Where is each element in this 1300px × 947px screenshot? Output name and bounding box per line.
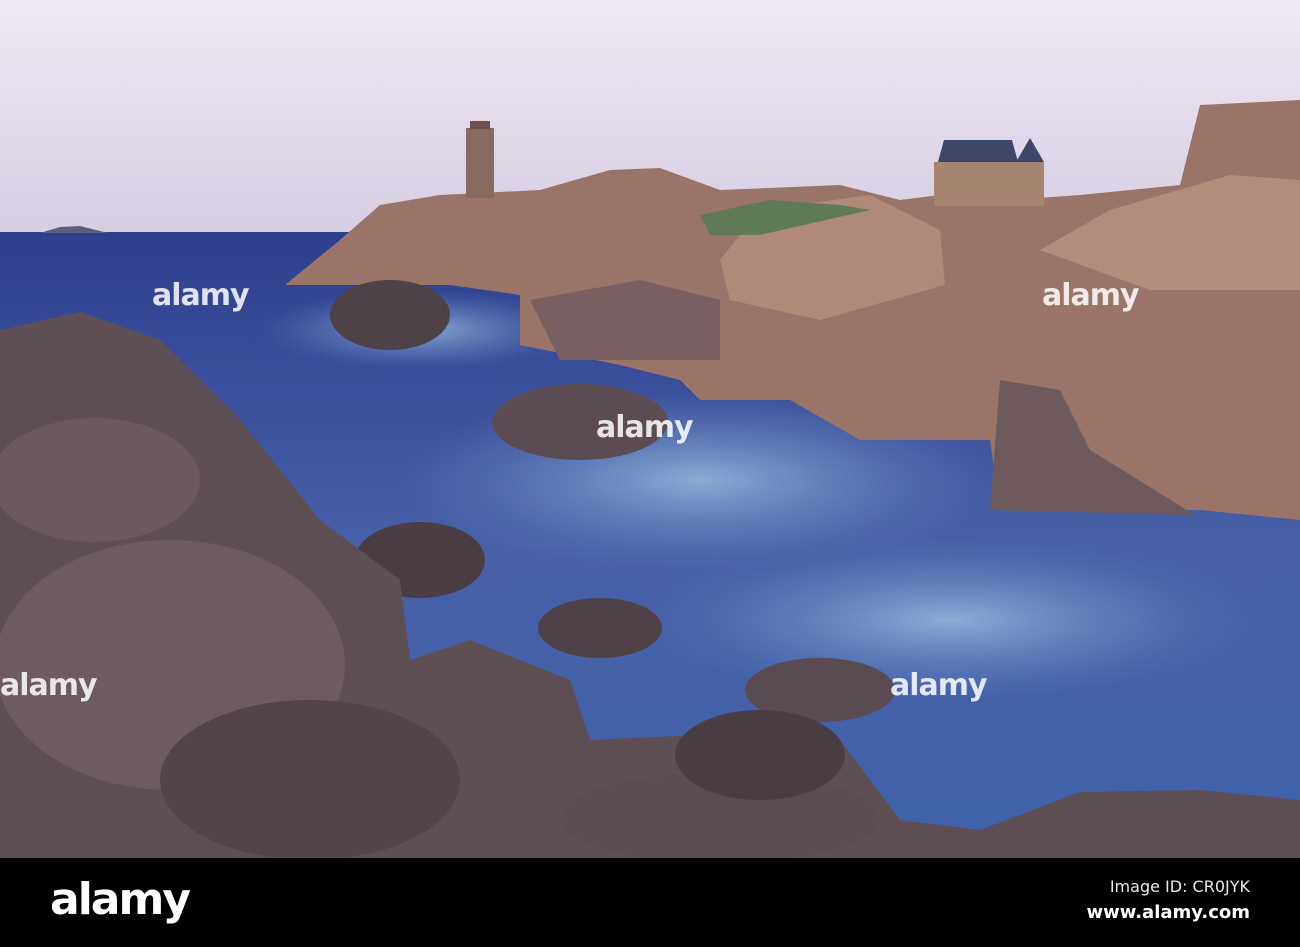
rock: [538, 598, 662, 658]
watermark: alamy: [596, 410, 694, 445]
rock: [330, 280, 450, 350]
watermark: alamy: [1042, 278, 1140, 313]
watermark: alamy: [152, 278, 250, 313]
stock-photo: alamy alamy alamy alamy alamy alamy Imag…: [0, 0, 1300, 947]
watermark: alamy: [890, 668, 988, 703]
watermark: alamy: [0, 668, 98, 703]
alamy-logo: alamy: [50, 874, 191, 925]
website-link[interactable]: www.alamy.com: [1086, 902, 1250, 923]
footer-bar: alamy Image ID: CR0JYK www.alamy.com: [0, 858, 1300, 947]
manor-house: [934, 162, 1044, 206]
lighthouse: [466, 128, 494, 198]
image-id: Image ID: CR0JYK: [1109, 877, 1250, 896]
